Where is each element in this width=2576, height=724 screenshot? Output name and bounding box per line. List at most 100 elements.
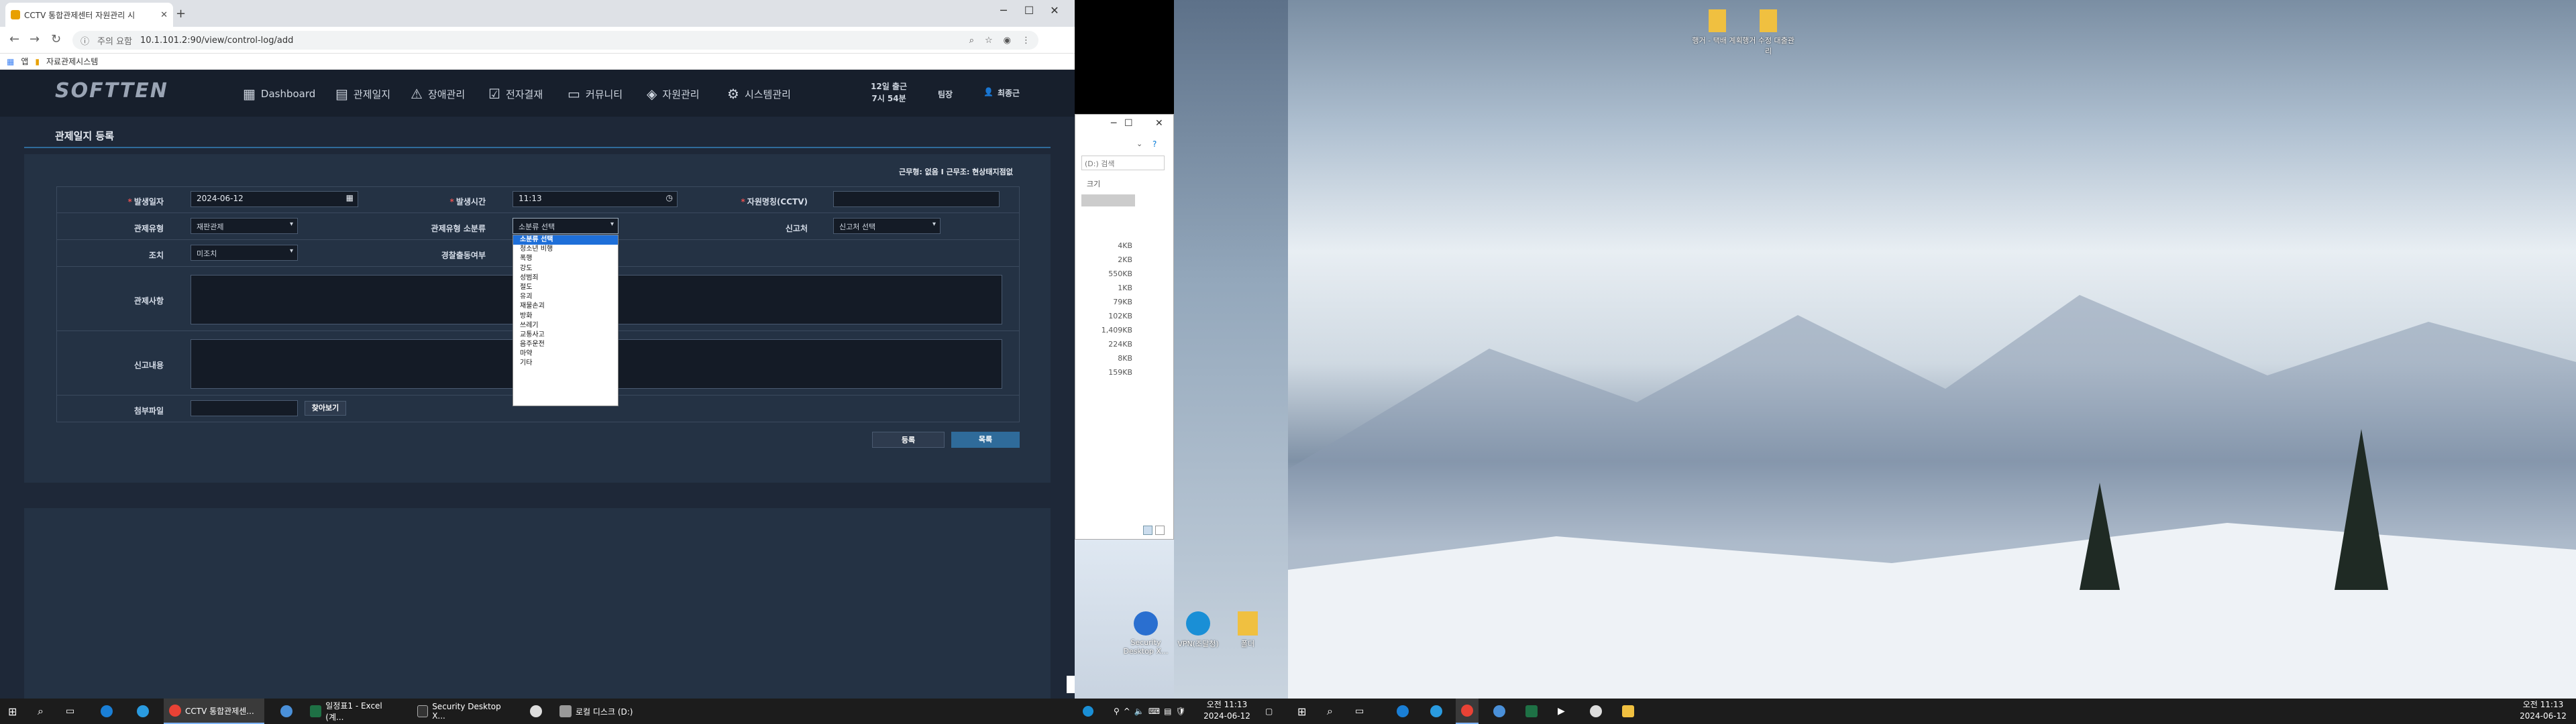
calendar-icon[interactable]: ▦ <box>346 193 354 202</box>
close-tab-icon[interactable]: ✕ <box>160 10 168 20</box>
dropdown-option[interactable]: 강도 <box>513 264 618 274</box>
desktop-icon-hanger-edit[interactable]: 행거 수정 대출관리 <box>1741 9 1795 56</box>
register-button[interactable]: 등록 <box>872 432 945 448</box>
explorer-close-button[interactable]: ✕ <box>1155 118 1163 129</box>
chevron-down-icon[interactable]: ⌄ <box>1136 139 1142 148</box>
vpn-tray-icon[interactable] <box>1077 699 1099 724</box>
browse-button[interactable]: 찾아보기 <box>305 401 346 416</box>
menu-control-log[interactable]: ▤ 관제일지 <box>335 86 390 102</box>
desktop-icon-vpn[interactable]: VPN(조달청) <box>1171 611 1225 649</box>
edge-icon[interactable] <box>1391 699 1414 724</box>
url-field[interactable]: ⓘ 주의 요함 10.1.101.2:90/view/control-log/a… <box>72 31 1038 50</box>
edge-icon[interactable] <box>95 699 118 724</box>
dropdown-option[interactable]: 교통사고 <box>513 330 618 340</box>
desktop-icon-folder[interactable]: 폴더 <box>1221 611 1275 649</box>
person-app-icon[interactable] <box>1488 699 1511 724</box>
dropdown-option[interactable]: 청소년 비행 <box>513 245 618 254</box>
menu-fault-management[interactable]: ⚠ 장애관리 <box>411 86 465 102</box>
clock-icon[interactable]: ◷ <box>666 193 673 202</box>
subtype-select[interactable]: 소분류 선택 ▾ <box>513 218 619 234</box>
bookmark-star-icon[interactable]: ☆ <box>985 36 993 46</box>
dropdown-option[interactable]: 소분류 선택 <box>513 235 618 245</box>
dropdown-option[interactable]: 성범죄 <box>513 274 618 283</box>
start-button[interactable]: ⊞ <box>1292 699 1311 724</box>
task-view-icon[interactable]: ▭ <box>1350 699 1369 724</box>
explorer-search-input[interactable]: (D:) 검색 <box>1081 156 1165 170</box>
occur-time-input[interactable]: 11:13 ◷ <box>513 191 678 207</box>
search-icon[interactable]: ⌕ <box>969 36 974 46</box>
taskbar-item-chrome[interactable]: CCTV 통합관제센... <box>164 699 264 724</box>
profile-icon[interactable]: ◉ <box>1004 36 1011 46</box>
search-icon[interactable]: ⌕ <box>1322 699 1338 724</box>
menu-system-management[interactable]: ⚙ 시스템관리 <box>727 86 791 102</box>
reporter-select[interactable]: 신고처 선택 ▾ <box>833 218 941 234</box>
taskbar-item-local-disk[interactable]: 로컬 디스크 (D:) <box>554 699 655 724</box>
maximize-button[interactable]: ☐ <box>1016 4 1042 17</box>
selected-row[interactable] <box>1081 194 1135 206</box>
new-tab-button[interactable]: + <box>176 7 186 21</box>
dropdown-option[interactable]: 마약 <box>513 349 618 359</box>
tray-icons[interactable]: ⚲ ^ 🔈 ⌨ ▤ 🛡 <box>1108 699 1191 724</box>
browser-tab[interactable]: CCTV 통합관제센터 자원관리 시 ✕ <box>5 3 173 27</box>
forward-icon[interactable]: → <box>30 32 40 46</box>
folder-icon: ▮ <box>35 56 40 66</box>
desktop-icon-hanger-plan[interactable]: 행거 - 택배 계획 <box>1690 9 1744 46</box>
size-column-header[interactable]: 크기 <box>1087 178 1100 189</box>
dropdown-option[interactable]: 유괴 <box>513 292 618 302</box>
tiles-view-icon[interactable] <box>1155 526 1165 535</box>
menu-resource-management[interactable]: ◈ 자원관리 <box>647 86 700 102</box>
attach-file-input[interactable] <box>191 400 298 416</box>
minimize-button[interactable]: ─ <box>990 4 1017 17</box>
occur-date-input[interactable]: 2024-06-12 ▦ <box>191 191 358 207</box>
back-icon[interactable]: ← <box>9 32 19 46</box>
bookmark-apps[interactable]: 앱 <box>21 56 28 67</box>
menu-approval[interactable]: ☑ 전자결재 <box>488 86 543 102</box>
menu-label: 전자결재 <box>505 88 543 101</box>
cctv-input[interactable] <box>833 191 1000 207</box>
user-role: 팀장 <box>938 90 953 99</box>
notifications-icon[interactable]: ▢ <box>1260 699 1278 724</box>
person-app-icon[interactable] <box>275 699 298 724</box>
dropdown-option[interactable]: 방화 <box>513 312 618 321</box>
more-menu-icon[interactable]: ⋮ <box>1022 36 1030 46</box>
taskbar-item-excel[interactable]: 일정표1 - Excel (계... <box>305 699 405 724</box>
explorer-minimize-button[interactable]: ─ <box>1111 118 1116 129</box>
security-warning: 주의 요함 <box>97 36 132 47</box>
taskbar-clock[interactable]: 오전 11:13 2024-06-12 <box>1197 699 1257 722</box>
ie-icon[interactable] <box>1425 699 1448 724</box>
explorer-maximize-button[interactable]: ☐ <box>1124 118 1133 129</box>
dropdown-option[interactable]: 절도 <box>513 283 618 292</box>
search-icon[interactable]: ⌕ <box>32 699 49 724</box>
dropdown-option[interactable]: 쓰레기 <box>513 321 618 330</box>
menu-dashboard[interactable]: ▦ Dashboard <box>243 86 315 102</box>
subtype-label: 관제유형 소분류 <box>431 224 486 233</box>
reload-icon[interactable]: ↻ <box>51 32 61 46</box>
excel-icon[interactable] <box>1520 699 1543 724</box>
chrome-icon[interactable] <box>1456 699 1479 724</box>
dropdown-option[interactable]: 음주운전 <box>513 340 618 349</box>
help-icon[interactable]: ? <box>1152 139 1157 149</box>
app-icon[interactable] <box>525 699 547 724</box>
ie-icon[interactable] <box>131 699 154 724</box>
dropdown-option[interactable]: 재물손괴 <box>513 302 618 311</box>
details-view-icon[interactable] <box>1143 526 1152 535</box>
action-select[interactable]: 미조치 ▾ <box>191 245 298 261</box>
apps-grid-icon[interactable]: ▦ <box>7 57 14 66</box>
taskbar-clock[interactable]: 오전 11:13 2024-06-12 <box>2513 699 2573 722</box>
dropdown-option[interactable]: 폭행 <box>513 254 618 263</box>
desktop-icon-security[interactable]: Security Desktop X... <box>1119 611 1173 656</box>
control-type-select[interactable]: 재판관제 ▾ <box>191 218 298 234</box>
bookmark-control-system[interactable]: 자료관제시스템 <box>46 56 98 67</box>
list-button[interactable]: 목록 <box>951 432 1020 448</box>
close-window-button[interactable]: ✕ <box>1041 4 1068 17</box>
folder-icon[interactable] <box>1617 699 1640 724</box>
menu-community[interactable]: ▭ 커뮤니티 <box>568 86 623 102</box>
dropdown-option[interactable]: 기타 <box>513 359 618 368</box>
start-button[interactable]: ⊞ <box>3 699 22 724</box>
media-icon[interactable]: ▶ <box>1552 699 1570 724</box>
task-view-icon[interactable]: ▭ <box>60 699 80 724</box>
app-logo[interactable]: SOFTTEN <box>55 79 168 103</box>
user-menu[interactable]: 👤 최종근 <box>983 87 1020 99</box>
app-icon[interactable] <box>1585 699 1607 724</box>
taskbar-item-security-desktop[interactable]: Security Desktop X... <box>412 699 513 724</box>
